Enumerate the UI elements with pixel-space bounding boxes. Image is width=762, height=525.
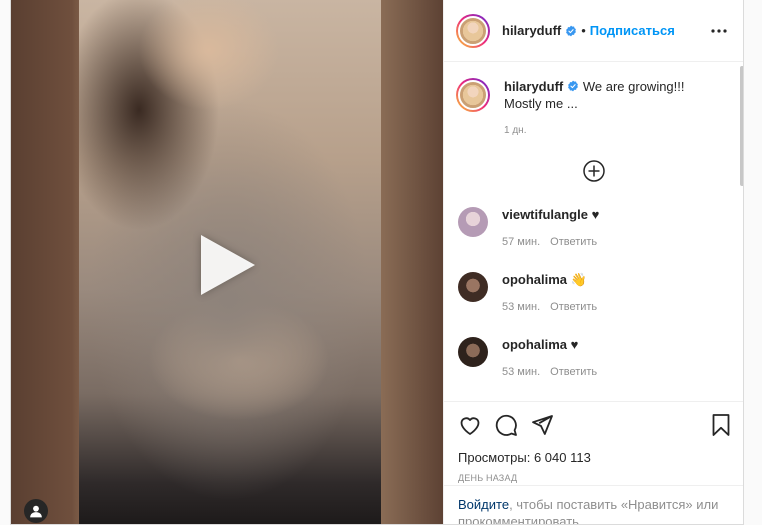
- author-avatar[interactable]: [456, 13, 490, 48]
- comment-time[interactable]: 53 мин.: [502, 301, 540, 313]
- post-header: hilaryduff • Подписаться: [444, 0, 743, 62]
- comment-avatar[interactable]: [458, 207, 488, 237]
- reply-button[interactable]: Ответить: [550, 301, 597, 313]
- post-date[interactable]: ДЕНЬ НАЗАД: [458, 473, 733, 483]
- load-more-comments[interactable]: [456, 159, 731, 183]
- more-icon[interactable]: [707, 19, 731, 43]
- add-comments-icon[interactable]: [582, 159, 606, 183]
- comment-username[interactable]: opohalima: [502, 337, 567, 352]
- heart-icon[interactable]: [458, 413, 482, 437]
- side-panel: hilaryduff • Подписаться hilaryduff We a…: [443, 0, 743, 524]
- share-icon[interactable]: [530, 413, 554, 437]
- verified-icon: [566, 25, 577, 36]
- views-count[interactable]: Просмотры: 6 040 113: [458, 450, 733, 465]
- comment-item: opohalima ♥ 53 мин. Ответить: [456, 337, 731, 380]
- verified-icon: [568, 80, 579, 92]
- comment-username[interactable]: opohalima: [502, 272, 567, 287]
- views-number: 6 040 113: [533, 450, 591, 465]
- user-glyph: [30, 505, 42, 518]
- post-actions: Просмотры: 6 040 113 ДЕНЬ НАЗАД: [444, 401, 743, 483]
- wave-emoji: 👋: [570, 272, 587, 287]
- comment-time[interactable]: 57 мин.: [502, 236, 540, 248]
- header-dot: •: [581, 23, 586, 38]
- caption-avatar[interactable]: [456, 78, 490, 112]
- comments-list: hilaryduff We are growing!!! Mostly me .…: [444, 62, 743, 401]
- login-prompt: Войдите, чтобы поставить «Нравится» или …: [444, 485, 743, 524]
- comment-icon[interactable]: [494, 413, 518, 437]
- user-icon[interactable]: [24, 499, 48, 523]
- follow-button[interactable]: Подписаться: [590, 23, 675, 38]
- action-icons: [458, 410, 733, 440]
- author-username[interactable]: hilaryduff: [502, 23, 561, 38]
- post-caption: hilaryduff We are growing!!! Mostly me .…: [456, 78, 731, 139]
- comment-username[interactable]: viewtifulangle: [502, 207, 588, 222]
- caption-username[interactable]: hilaryduff: [504, 79, 563, 94]
- post-card: hilaryduff • Подписаться hilaryduff We a…: [10, 0, 744, 525]
- comment-item: opohalima 👋 53 мин. Ответить: [456, 272, 731, 315]
- comment-avatar[interactable]: [458, 272, 488, 302]
- comment-avatar[interactable]: [458, 337, 488, 367]
- caption-time[interactable]: 1 дн.: [504, 122, 685, 139]
- comment-time[interactable]: 53 мин.: [502, 366, 540, 378]
- caption-line1: We are growing!!!: [582, 79, 685, 94]
- caption-text: hilaryduff We are growing!!! Mostly me .…: [504, 78, 685, 139]
- heart-emoji: ♥: [570, 337, 579, 352]
- play-icon[interactable]: [201, 235, 255, 295]
- heart-emoji: ♥: [591, 207, 600, 222]
- caption-line2: Mostly me ...: [504, 96, 578, 111]
- comment-item: viewtifulangle ♥ 57 мин. Ответить: [456, 207, 731, 250]
- save-icon[interactable]: [709, 413, 733, 437]
- reply-button[interactable]: Ответить: [550, 366, 597, 378]
- post-video[interactable]: [11, 0, 443, 524]
- login-link[interactable]: Войдите: [458, 497, 509, 512]
- reply-button[interactable]: Ответить: [550, 236, 597, 248]
- views-label: Просмотры:: [458, 450, 531, 465]
